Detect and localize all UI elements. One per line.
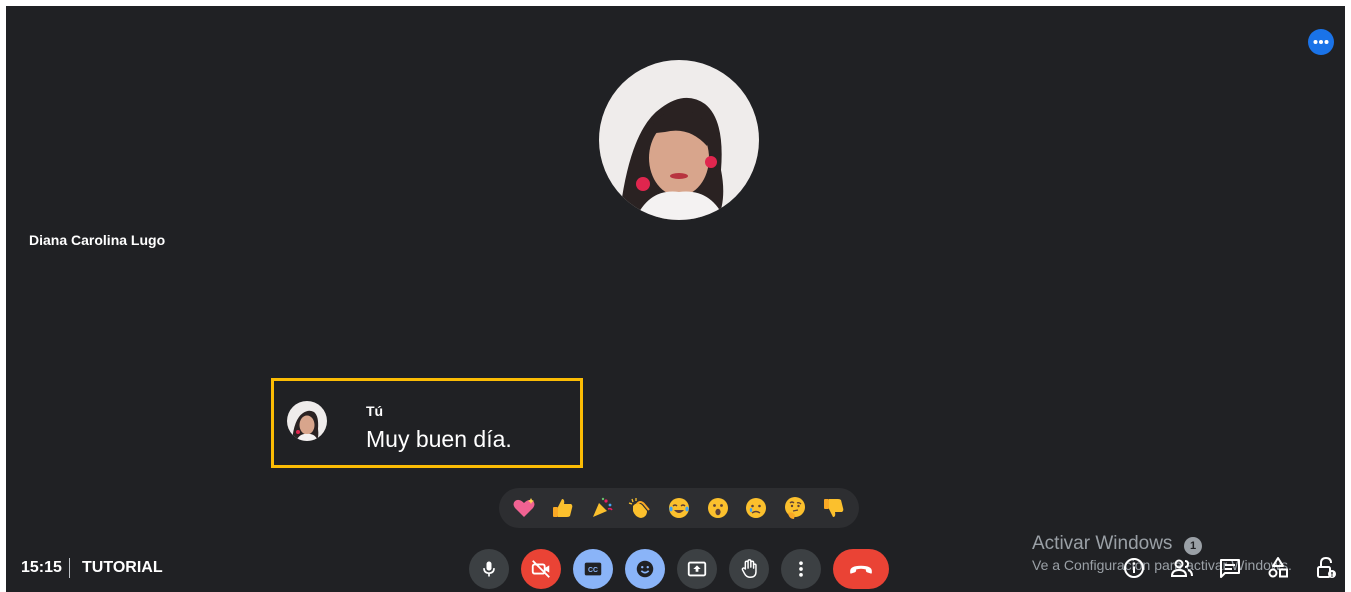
reaction-tears-of-joy[interactable] bbox=[664, 493, 694, 523]
thumbs-down-icon bbox=[823, 499, 843, 517]
crying-icon bbox=[746, 498, 767, 518]
more-options-button[interactable] bbox=[781, 549, 821, 589]
windows-activation-subtitle: Ve a Configuración para activar Windows. bbox=[1032, 557, 1292, 573]
mic-button[interactable] bbox=[469, 549, 509, 589]
clapping-hands-icon bbox=[629, 498, 651, 518]
hand-icon bbox=[741, 559, 757, 578]
meeting-info-divider bbox=[69, 558, 70, 578]
meeting-details-button[interactable] bbox=[1121, 555, 1147, 581]
thumbs-up-icon bbox=[552, 499, 573, 517]
windows-activation-title: Activar Windows bbox=[1032, 533, 1173, 554]
host-controls-button[interactable] bbox=[1313, 555, 1339, 581]
caption-avatar bbox=[287, 401, 327, 441]
reaction-thumbs-down[interactable] bbox=[819, 493, 849, 523]
more-vert-icon bbox=[799, 561, 803, 577]
emoji-icon bbox=[636, 560, 654, 578]
ellipsis-icon bbox=[1313, 40, 1329, 44]
meeting-time: 15:15 bbox=[21, 559, 62, 576]
svg-text:CC: CC bbox=[588, 567, 598, 574]
phone-hangup-icon bbox=[850, 565, 872, 574]
reaction-sparkling-heart[interactable] bbox=[509, 493, 539, 523]
reaction-surprised[interactable] bbox=[703, 493, 733, 523]
raise-hand-button[interactable] bbox=[729, 549, 769, 589]
more-options-top-button[interactable] bbox=[1308, 29, 1334, 55]
chat-button[interactable] bbox=[1217, 555, 1243, 581]
present-button[interactable] bbox=[677, 549, 717, 589]
participant-name: Diana Carolina Lugo bbox=[29, 232, 166, 248]
reaction-thinking[interactable] bbox=[780, 493, 810, 523]
end-call-button[interactable] bbox=[833, 549, 889, 589]
host-controls-icon bbox=[1317, 556, 1336, 578]
camera-off-icon bbox=[531, 560, 550, 578]
thinking-icon bbox=[784, 497, 805, 519]
caption-speaker: Tú bbox=[366, 403, 384, 419]
reaction-party-popper[interactable] bbox=[587, 493, 617, 523]
info-icon bbox=[1124, 558, 1144, 578]
surprised-icon bbox=[707, 498, 728, 518]
sparkling-heart-icon bbox=[513, 498, 535, 517]
camera-off-button[interactable] bbox=[521, 549, 561, 589]
activities-icon bbox=[1268, 557, 1288, 578]
present-icon bbox=[687, 561, 707, 577]
party-popper-icon bbox=[592, 497, 613, 517]
chat-icon bbox=[1220, 559, 1240, 578]
activities-button[interactable] bbox=[1265, 555, 1291, 581]
people-button[interactable] bbox=[1169, 555, 1195, 581]
people-icon bbox=[1170, 559, 1193, 577]
mic-icon bbox=[483, 561, 495, 577]
meet-stage: Diana Carolina Lugo Tú Muy buen día. 15:… bbox=[6, 6, 1345, 592]
participant-avatar bbox=[599, 60, 759, 220]
tears-of-joy-icon bbox=[668, 498, 689, 518]
reaction-thumbs-up[interactable] bbox=[548, 493, 578, 523]
reaction-bar bbox=[499, 488, 859, 528]
caption-box: Tú Muy buen día. bbox=[271, 378, 583, 468]
captions-button[interactable]: CC bbox=[573, 549, 613, 589]
captions-icon: CC bbox=[584, 562, 602, 576]
reaction-clapping-hands[interactable] bbox=[625, 493, 655, 523]
meeting-name: TUTORIAL bbox=[82, 559, 163, 576]
emoji-button[interactable] bbox=[625, 549, 665, 589]
reaction-crying[interactable] bbox=[741, 493, 771, 523]
caption-text: Muy buen día. bbox=[366, 426, 512, 452]
notification-badge: 1 bbox=[1184, 537, 1202, 555]
